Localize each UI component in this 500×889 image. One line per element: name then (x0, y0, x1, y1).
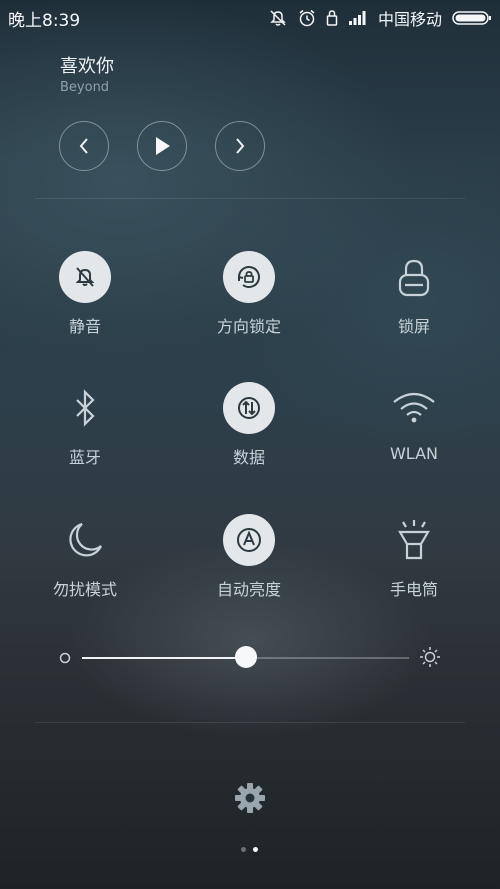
bell-off-icon (75, 267, 95, 287)
tile-wlan[interactable]: WLAN (349, 382, 479, 463)
tile-bluetooth-circle[interactable] (59, 382, 111, 434)
brightness-low-icon (59, 652, 71, 664)
tile-lock-screen-circle[interactable] (388, 251, 440, 303)
page-dot (241, 847, 246, 852)
silent-muted-icon (270, 10, 286, 26)
page-dot-active (253, 847, 258, 852)
brightness-high-icon (420, 647, 440, 667)
previous-icon (79, 138, 88, 154)
lock-icon (326, 10, 338, 26)
song-title: 喜欢你 (60, 56, 114, 77)
moon-icon (69, 522, 103, 557)
signal-icon (348, 11, 366, 25)
tile-auto-brightness[interactable]: 自动亮度 (184, 514, 314, 600)
tile-do-not-disturb-circle[interactable] (59, 514, 111, 566)
padlock-icon (398, 259, 430, 297)
tile-mobile-data[interactable]: 数据 (184, 382, 314, 468)
tile-silent-circle[interactable] (59, 251, 111, 303)
auto-brightness-icon (237, 528, 261, 552)
next-track-button[interactable] (215, 121, 265, 171)
alarm-clock-icon (299, 9, 315, 27)
gear-icon (235, 783, 265, 813)
rotation-lock-icon (238, 266, 260, 288)
tile-rotation-lock[interactable]: 方向锁定 (184, 251, 314, 337)
battery-icon (452, 11, 491, 25)
brightness-fill (82, 657, 246, 659)
bluetooth-icon (76, 389, 95, 427)
divider (35, 198, 465, 199)
tile-flashlight-circle[interactable] (388, 514, 440, 566)
status-icons: 中国移动 (268, 6, 492, 30)
tile-flashlight[interactable]: 手电筒 (349, 514, 479, 600)
tile-wlan-label: WLAN (389, 444, 438, 463)
wifi-icon (393, 392, 435, 423)
previous-track-button[interactable] (59, 121, 109, 171)
tile-mobile-data-circle[interactable] (223, 382, 275, 434)
tile-silent-label: 静音 (68, 317, 101, 336)
tile-silent[interactable]: 静音 (20, 251, 150, 337)
divider (35, 722, 465, 723)
mobile-data-icon (238, 397, 260, 419)
play-icon (156, 137, 170, 155)
settings-button[interactable] (232, 780, 268, 816)
play-button[interactable] (137, 121, 187, 171)
tile-lock-screen-label: 锁屏 (397, 317, 430, 336)
tile-do-not-disturb[interactable]: 勿扰模式 (20, 514, 150, 600)
status-bar: 晚上8:39 中国移动 (0, 0, 500, 36)
tile-wlan-circle[interactable] (388, 382, 440, 434)
tile-lock-screen[interactable]: 锁屏 (349, 251, 479, 337)
status-time: 晚上8:39 (8, 11, 81, 31)
tile-do-not-disturb-label: 勿扰模式 (52, 580, 117, 599)
flashlight-icon (398, 520, 430, 560)
brightness-thumb[interactable] (234, 646, 257, 668)
tile-auto-brightness-circle[interactable] (223, 514, 275, 566)
tile-auto-brightness-label: 自动亮度 (216, 580, 281, 599)
tile-rotation-lock-label: 方向锁定 (216, 317, 281, 336)
song-artist: Beyond (60, 80, 110, 95)
tile-bluetooth-label: 蓝牙 (68, 448, 101, 467)
carrier-name: 中国移动 (377, 10, 442, 29)
tile-flashlight-label: 手电筒 (389, 580, 438, 599)
tile-rotation-lock-circle[interactable] (223, 251, 275, 303)
tile-mobile-data-label: 数据 (232, 448, 265, 467)
tile-bluetooth[interactable]: 蓝牙 (20, 382, 150, 468)
next-icon (236, 138, 245, 154)
